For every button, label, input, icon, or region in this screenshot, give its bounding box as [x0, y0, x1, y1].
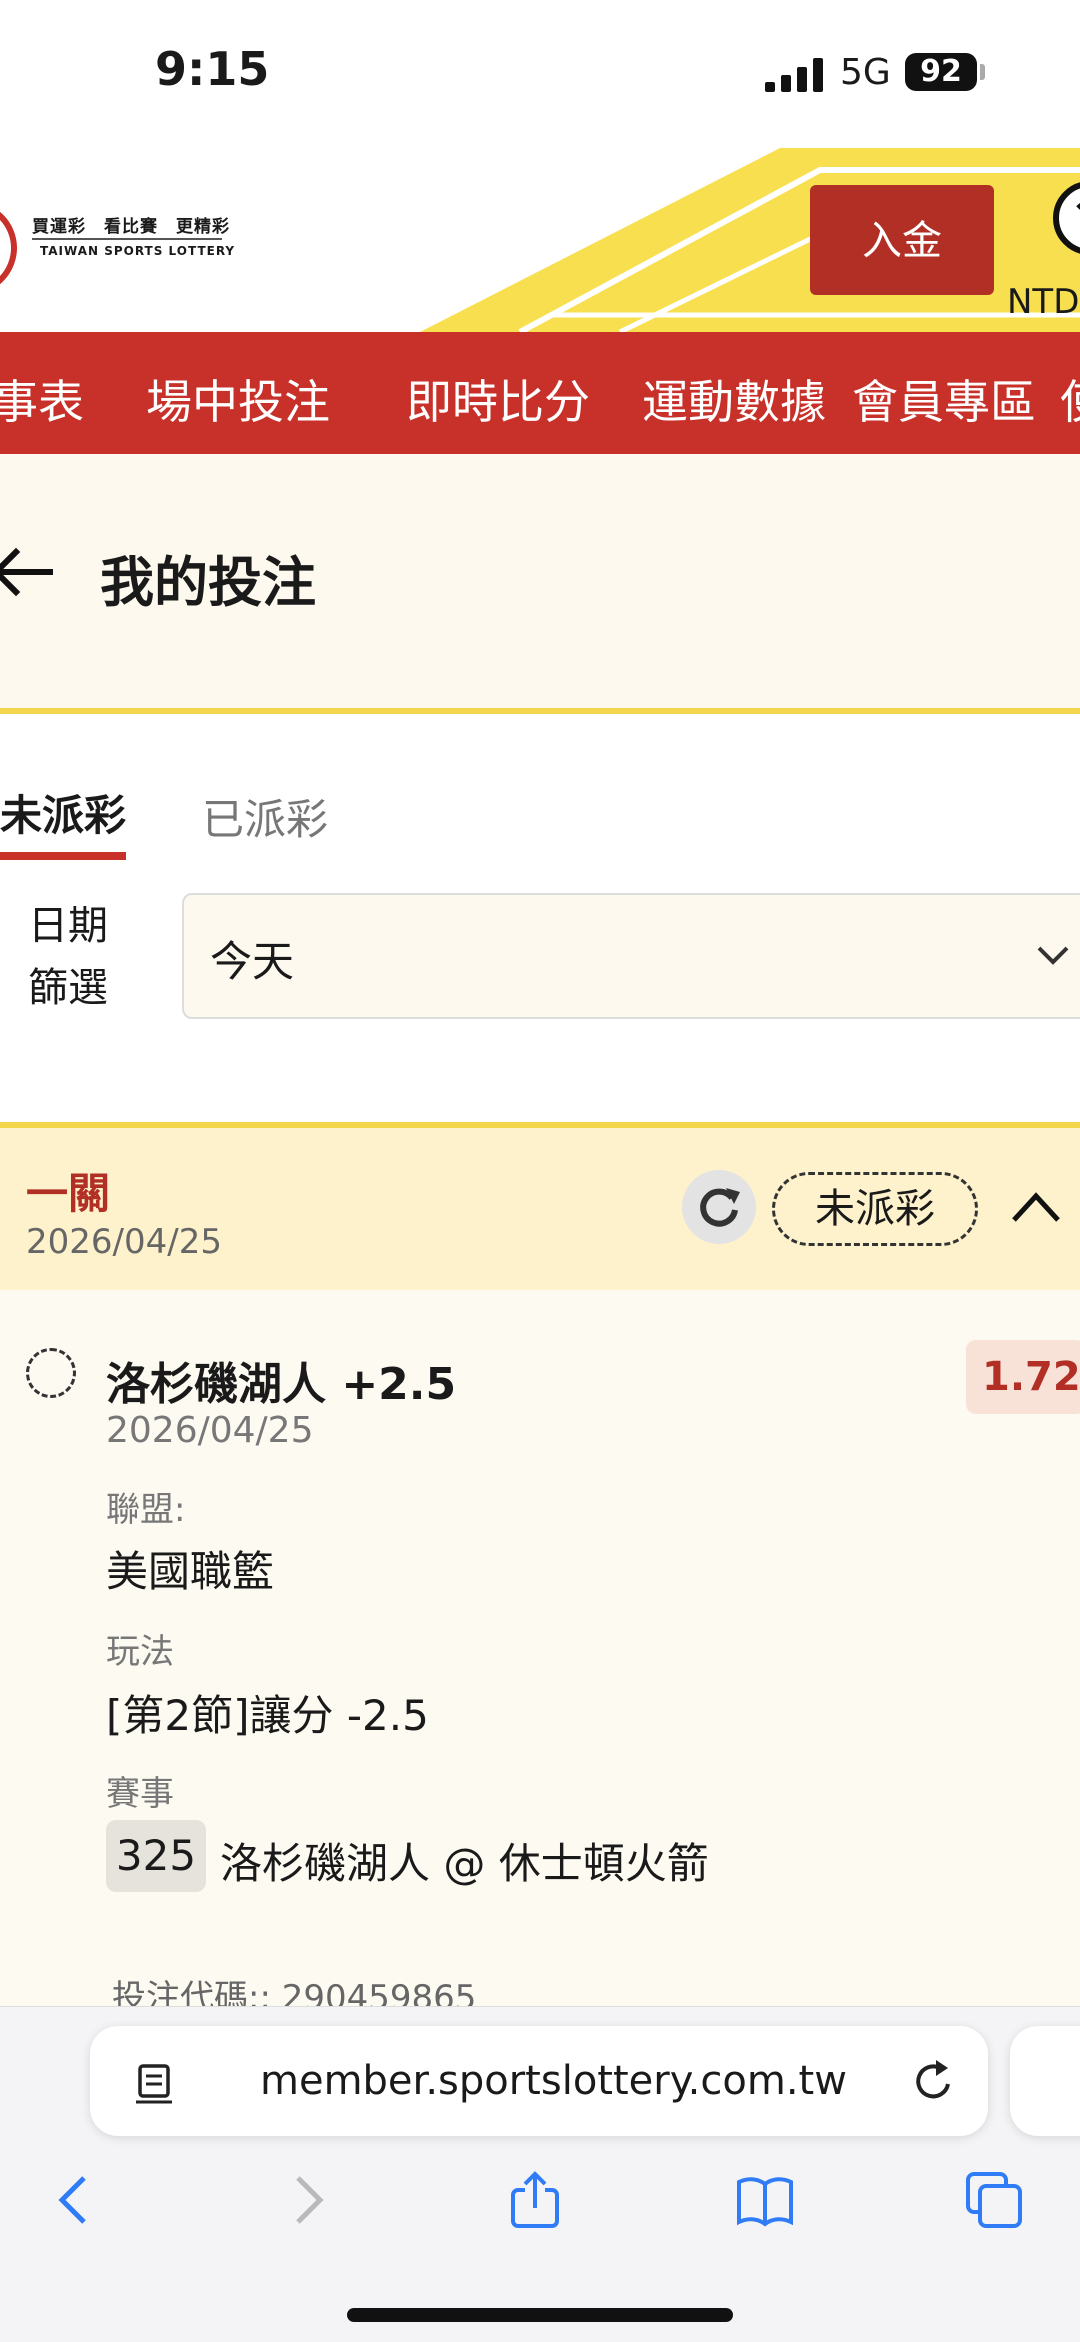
date-filter-label: 日期 篩選: [28, 903, 108, 1011]
arrow-left-icon[interactable]: [0, 540, 54, 604]
pick-status-icon: [26, 1348, 76, 1398]
active-tab-indicator: [0, 852, 126, 860]
main-nav: 事表 場中投注 即時比分 運動數據 會員專區 使: [0, 332, 1080, 454]
match-number: 325: [106, 1820, 206, 1892]
deposit-button[interactable]: 入金: [810, 185, 994, 295]
tabs-icon[interactable]: [964, 2170, 1024, 2230]
reload-icon[interactable]: [912, 2058, 956, 2104]
home-indicator: [347, 2308, 733, 2322]
logo-divider: [32, 238, 222, 240]
site-header: 買運彩 看比賽 更精彩 TAIWAN SPORTS LOTTERY 入金 NTD: [0, 140, 1080, 332]
pick-date: 2026/04/25: [106, 1410, 314, 1451]
url-text[interactable]: member.sportslottery.com.tw: [260, 2058, 847, 2104]
balance-icon[interactable]: [1050, 178, 1080, 258]
league-label: 聯盟:: [106, 1490, 186, 1530]
date-filter-select[interactable]: [182, 893, 1080, 1019]
forward-icon[interactable]: [278, 2170, 338, 2230]
nav-item-member-area[interactable]: 會員專區: [852, 366, 1036, 432]
nav-item-more[interactable]: 使: [1060, 366, 1080, 432]
back-icon[interactable]: [44, 2170, 104, 2230]
signal-icon: [765, 58, 823, 92]
bookmarks-icon[interactable]: [735, 2170, 795, 2230]
nav-item-schedule[interactable]: 事表: [0, 366, 84, 432]
play-value: [第2節]讓分 -2.5: [106, 1691, 429, 1740]
nav-item-live-score[interactable]: 即時比分: [406, 366, 590, 432]
logo-slogan: 買運彩 看比賽 更精彩: [32, 217, 230, 237]
match-name: 洛杉磯湖人 @ 休士頓火箭: [220, 1839, 709, 1888]
lottery-logo-icon: [0, 211, 17, 285]
battery-tip: [980, 64, 985, 80]
next-tab-preview[interactable]: [1010, 2026, 1080, 2136]
chevron-up-icon[interactable]: [1010, 1190, 1062, 1224]
share-icon[interactable]: [505, 2170, 565, 2230]
reader-mode-icon[interactable]: [134, 2062, 174, 2106]
bet-date: 2026/04/25: [26, 1222, 222, 1262]
status-time: 9:15: [155, 42, 270, 96]
nav-item-sports-data[interactable]: 運動數據: [642, 366, 826, 432]
league-value: 美國職籃: [106, 1547, 275, 1596]
date-filter-value: 今天: [210, 937, 295, 986]
page-title: 我的投注: [100, 551, 316, 614]
play-label: 玩法: [106, 1632, 174, 1672]
refresh-icon[interactable]: [682, 1170, 756, 1244]
battery-icon: 92: [905, 53, 977, 91]
odds-badge: 1.72: [966, 1340, 1080, 1414]
tab-unsettled[interactable]: 未派彩: [0, 782, 126, 843]
network-type: 5G: [840, 52, 891, 93]
chevron-down-icon: [1037, 946, 1069, 965]
currency-label: NTD: [1007, 282, 1080, 322]
pick-name: 洛杉磯湖人 +2.5: [106, 1359, 457, 1410]
match-label: 賽事: [106, 1774, 174, 1814]
status-badge: 未派彩: [772, 1172, 978, 1246]
nav-item-live-betting[interactable]: 場中投注: [146, 366, 330, 432]
tab-settled[interactable]: 已派彩: [202, 786, 328, 847]
bet-type: 一關: [26, 1169, 111, 1218]
logo-english-name: TAIWAN SPORTS LOTTERY: [40, 244, 236, 258]
